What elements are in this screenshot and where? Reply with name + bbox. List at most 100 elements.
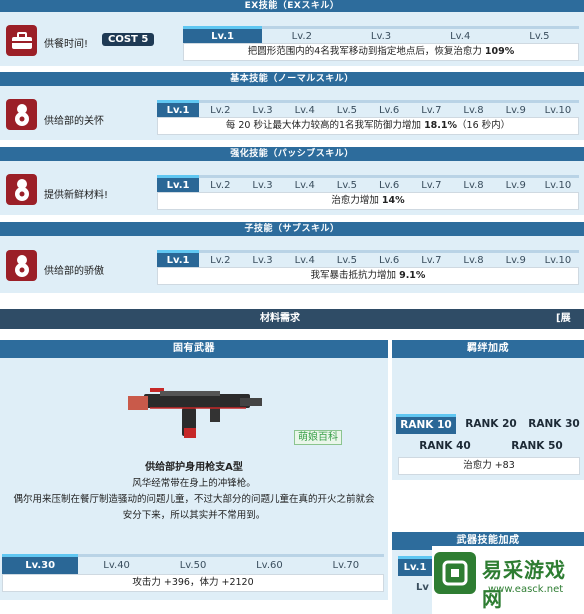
enhanced-skill-lv9-tab[interactable]: Lv.9 [494,175,537,193]
weapon-lv50-tab[interactable]: Lv.50 [154,554,232,574]
basic-skill-header: 基本技能（ノーマルスキル） [0,72,584,86]
sub-skill-section: 供给部的骄傲 Lv.1 Lv.2 Lv.3 Lv.4 Lv.5 Lv.6 Lv.… [0,236,584,293]
site-logo-icon [442,560,468,586]
basic-skill-icon [6,99,37,130]
sub-skill-level-tabs: Lv.1 Lv.2 Lv.3 Lv.4 Lv.5 Lv.6 Lv.7 Lv.8 … [157,250,580,268]
site-logo-text: 易采游戏网 [482,558,566,611]
sub-skill-lv9-tab[interactable]: Lv.9 [494,250,537,268]
rank-bonus-stat: 治愈力 +83 [398,457,580,475]
basic-skill-lv2-tab[interactable]: Lv.2 [199,100,242,118]
chef-mascot-icon [14,254,29,277]
sub-skill-header: 子技能（サブスキル） [0,222,584,236]
weapon-skill-lv1-tab[interactable]: Lv.1 [398,556,432,576]
enhanced-skill-name: 提供新鲜材料! [44,190,109,201]
sub-skill-lv7-tab[interactable]: Lv.7 [410,250,453,268]
enhanced-skill-lv5-tab[interactable]: Lv.5 [325,175,369,193]
weapon-lv30-tab[interactable]: Lv.30 [2,554,79,574]
chef-mascot-icon [14,103,29,126]
weapon-desc-line2: 偶尔用来压制在餐厅制造骚动的问题儿童，不过大部分的问题儿童在真的开火之前就会 [13,494,375,505]
sub-skill-description: 我军暴击抵抗力增加 9.1% [157,267,579,285]
basic-skill-section: 供给部的关怀 Lv.1 Lv.2 Lv.3 Lv.4 Lv.5 Lv.6 Lv.… [0,86,584,140]
sub-skill-desc-text: 我军暴击抵抗力增加 [310,270,400,281]
basic-skill-description: 每 20 秒让最大体力较高的1名我军防御力增加 18.1%（16 秒内） [157,117,579,135]
ex-skill-lv1-tab[interactable]: Lv.1 [183,26,263,44]
ex-skill-lv3-tab[interactable]: Lv.3 [341,26,421,44]
ex-skill-section: 供餐时间! COST 5 Lv.1 Lv.2 Lv.3 Lv.4 Lv.5 把圆… [0,12,584,66]
weapon-level-tabs: Lv.30 Lv.40 Lv.50 Lv.60 Lv.70 [2,554,385,574]
basic-skill-desc-value: 18.1% [424,120,458,131]
weapon-lv60-tab[interactable]: Lv.60 [231,554,308,574]
site-logo[interactable]: 易采游戏网 www.easck.net [432,546,584,614]
enhanced-skill-level-tabs: Lv.1 Lv.2 Lv.3 Lv.4 Lv.5 Lv.6 Lv.7 Lv.8 … [157,175,580,193]
weapon-name: 供给部护身用枪支A型 [145,462,243,473]
basic-skill-lv5-tab[interactable]: Lv.5 [325,100,369,118]
enhanced-skill-lv10-tab[interactable]: Lv.10 [536,175,580,193]
ex-skill-icon [6,25,37,56]
enhanced-skill-lv2-tab[interactable]: Lv.2 [199,175,242,193]
weapon-image [120,370,270,450]
sub-skill-lv5-tab[interactable]: Lv.5 [325,250,369,268]
enhanced-skill-lv7-tab[interactable]: Lv.7 [410,175,453,193]
ex-skill-cost-badge: COST 5 [102,33,155,46]
basic-skill-lv8-tab[interactable]: Lv.8 [452,100,495,118]
rank-30-tab[interactable]: RANK 30 [524,414,584,434]
sub-skill-icon [6,250,37,281]
weapon-stats: 攻击力 +396，体力 +2120 [2,574,384,592]
basic-skill-lv9-tab[interactable]: Lv.9 [494,100,537,118]
sub-skill-lv4-tab[interactable]: Lv.4 [283,250,326,268]
materials-label: 材料需求 [260,313,300,324]
enhanced-skill-lv1-tab[interactable]: Lv.1 [157,175,200,193]
ex-skill-header: EX技能（EXスキル） [0,0,584,12]
smg-weapon-icon [128,388,262,438]
sub-skill-lv8-tab[interactable]: Lv.8 [452,250,495,268]
enhanced-skill-lv8-tab[interactable]: Lv.8 [452,175,495,193]
enhanced-skill-icon [6,174,37,205]
basic-skill-lv10-tab[interactable]: Lv.10 [536,100,580,118]
ex-skill-description: 把圆形范围内的4名我军移动到指定地点后，恢复治愈力 109% [183,43,579,61]
enhanced-skill-desc-text: 治愈力增加 [331,195,382,206]
enhanced-skill-section: 提供新鲜材料! Lv.1 Lv.2 Lv.3 Lv.4 Lv.5 Lv.6 Lv… [0,161,584,215]
weapon-level-panel: Lv.30 Lv.40 Lv.50 Lv.60 Lv.70 攻击力 +396，体… [0,544,388,600]
sub-skill-lv1-tab[interactable]: Lv.1 [157,250,200,268]
chef-mascot-icon [14,178,29,201]
weapon-desc-line1: 风华经常带在身上的冲锋枪。 [132,478,256,489]
materials-bar[interactable]: 材料需求 [展开] [0,309,584,344]
enhanced-skill-lv6-tab[interactable]: Lv.6 [368,175,411,193]
ex-skill-level-tabs: Lv.1 Lv.2 Lv.3 Lv.4 Lv.5 [183,26,580,44]
weapon-header: 固有武器 [0,340,388,358]
ex-skill-lv4-tab[interactable]: Lv.4 [420,26,500,44]
basic-skill-lv4-tab[interactable]: Lv.4 [283,100,326,118]
ex-skill-lv2-tab[interactable]: Lv.2 [262,26,342,44]
rank-50-tab[interactable]: RANK 50 [504,436,570,456]
basic-skill-name: 供给部的关怀 [44,116,104,127]
watermark-logo: 萌娘百科 [294,428,342,445]
ex-skill-lv5-tab[interactable]: Lv.5 [499,26,580,44]
sub-skill-lv6-tab[interactable]: Lv.6 [368,250,411,268]
basic-skill-lv6-tab[interactable]: Lv.6 [368,100,411,118]
rank-bonus-panel: 羁绊加成 RANK 10 RANK 20 RANK 30 RANK 40 RAN… [392,340,584,480]
rank-40-tab[interactable]: RANK 40 [412,436,478,456]
rank-10-tab[interactable]: RANK 10 [396,414,456,434]
watermark-text: 萌娘百科 [294,430,342,445]
basic-skill-level-tabs: Lv.1 Lv.2 Lv.3 Lv.4 Lv.5 Lv.6 Lv.7 Lv.8 … [157,100,580,118]
site-logo-emblem [434,552,476,594]
enhanced-skill-lv4-tab[interactable]: Lv.4 [283,175,326,193]
ex-skill-name: 供餐时间! [44,39,89,50]
sub-skill-lv2-tab[interactable]: Lv.2 [199,250,242,268]
sub-skill-lv10-tab[interactable]: Lv.10 [536,250,580,268]
basic-skill-lv1-tab[interactable]: Lv.1 [157,100,200,118]
weapon-desc-line3: 安分下来，所以其实并不常用到。 [122,510,266,521]
site-logo-url: www.easck.net [488,584,564,595]
weapon-lv70-tab[interactable]: Lv.70 [307,554,385,574]
enhanced-skill-lv3-tab[interactable]: Lv.3 [241,175,284,193]
basic-skill-desc-text: 每 20 秒让最大体力较高的1名我军防御力增加 [225,120,425,131]
rank-20-tab[interactable]: RANK 20 [460,414,522,434]
sub-skill-lv3-tab[interactable]: Lv.3 [241,250,284,268]
sub-skill-name: 供给部的骄傲 [44,266,104,277]
lunchbox-icon [11,31,32,49]
weapon-skill-lv-partial[interactable]: Lv [416,582,429,593]
weapon-lv40-tab[interactable]: Lv.40 [78,554,155,574]
basic-skill-lv7-tab[interactable]: Lv.7 [410,100,453,118]
ex-skill-desc-value: 109% [484,46,515,57]
basic-skill-lv3-tab[interactable]: Lv.3 [241,100,284,118]
